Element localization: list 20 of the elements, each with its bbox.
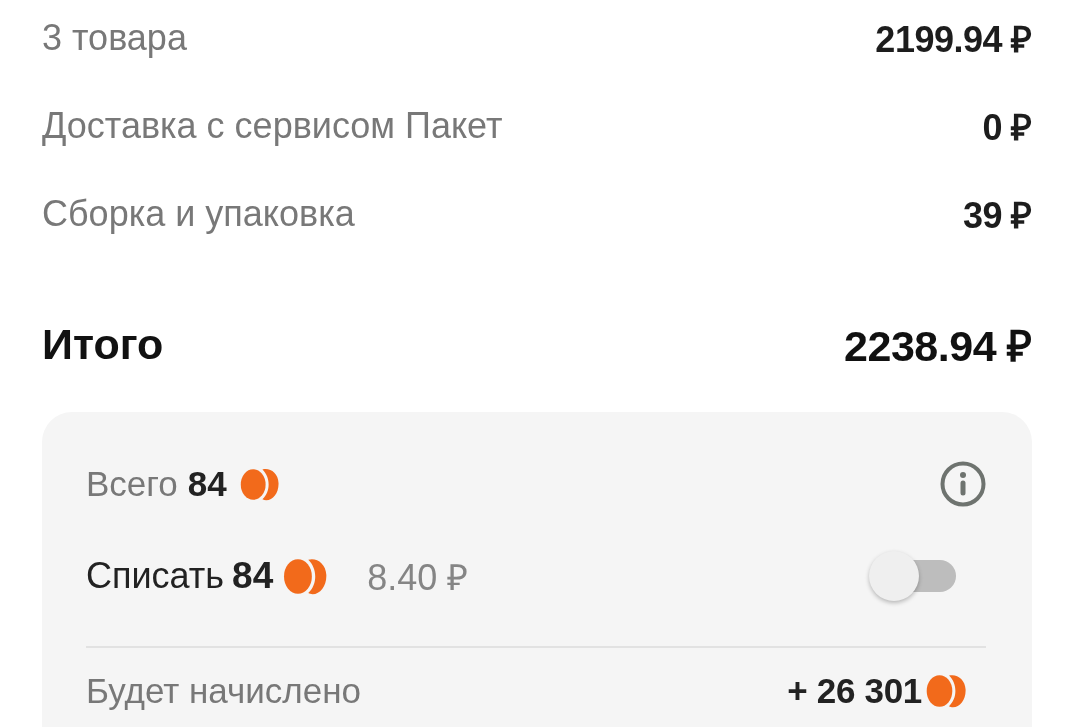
summary-value: 2199.94 ₽: [875, 17, 1032, 62]
coin-icon: [283, 557, 328, 595]
spend-amount: 84: [232, 555, 274, 597]
summary-value: 0 ₽: [982, 105, 1032, 150]
info-icon[interactable]: [940, 461, 986, 507]
accrual-amount: + 26 301: [787, 671, 922, 711]
rubles-equivalent: 8.40 ₽: [367, 555, 469, 600]
summary-value: 39 ₽: [962, 193, 1032, 238]
accrual-label: Будет начислено: [86, 671, 361, 711]
summary-label: 3 товара: [42, 17, 187, 59]
summary-label: Сборка и упаковка: [42, 193, 355, 235]
spend-label: Списать: [86, 555, 225, 597]
total-label: Итого: [42, 319, 164, 369]
coin-icon: [926, 674, 966, 708]
total-value: 2238.94 ₽: [844, 320, 1032, 372]
balance-amount: 84: [187, 464, 227, 504]
coin-icon: [238, 467, 280, 501]
balance-label: Всего: [86, 464, 178, 504]
toggle-switch[interactable]: [868, 550, 958, 602]
summary-label: Доставка с сервисом Пакет: [42, 105, 503, 147]
